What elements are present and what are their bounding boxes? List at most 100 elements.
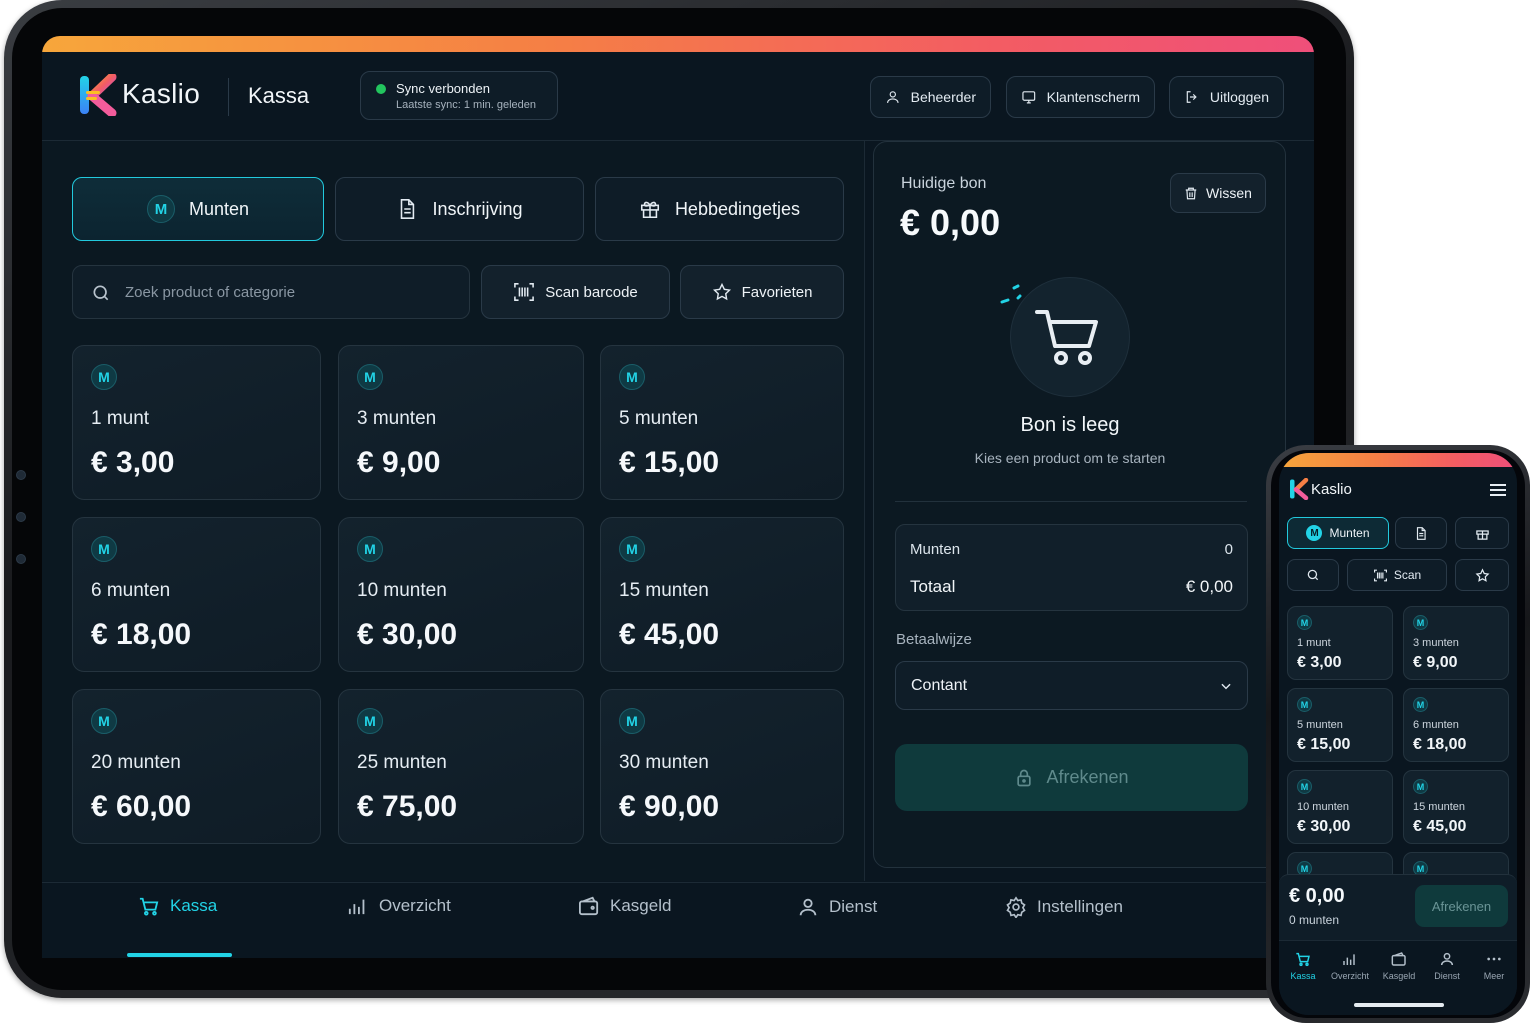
- tab-label: Munten: [188, 198, 250, 219]
- tab-label: Hebbedingetjes: [674, 198, 801, 219]
- user-icon: [799, 898, 817, 916]
- product-card[interactable]: M 10 munten € 30,00: [338, 517, 584, 672]
- phone-total: € 0,00: [1289, 885, 1345, 907]
- nav-kasgeld[interactable]: Kasgeld: [578, 896, 671, 916]
- product-card[interactable]: M 25 munten € 75,00: [338, 689, 584, 844]
- product-price: € 18,00: [91, 618, 192, 651]
- coin-icon: M: [91, 364, 117, 390]
- scan-barcode-button[interactable]: Scan barcode: [481, 265, 670, 319]
- phone-product-card[interactable]: M 15 munten € 45,00: [1403, 770, 1509, 844]
- cart-icon: [1035, 310, 1098, 365]
- tablet-sensor: [16, 470, 26, 480]
- chevron-down-icon: [1221, 683, 1231, 690]
- phone-receipt-bar: € 0,00 0 munten Afrekenen: [1279, 874, 1517, 940]
- scan-label: Scan barcode: [545, 283, 638, 301]
- phone-screen: Kaslio M Munten Scan M 1 munt € 3,00 M 3…: [1279, 453, 1517, 1015]
- payment-select[interactable]: Contant: [895, 661, 1248, 710]
- product-card[interactable]: M 3 munten € 9,00: [338, 345, 584, 500]
- phone-checkout-button[interactable]: Afrekenen: [1415, 885, 1508, 927]
- phone-product-card[interactable]: M 3 munten € 9,00: [1403, 606, 1509, 680]
- phone-tab-munten[interactable]: M Munten: [1287, 517, 1389, 549]
- home-indicator: [1354, 1003, 1444, 1007]
- product-name: 3 munten: [357, 408, 437, 429]
- product-card[interactable]: M 1 munt € 3,00: [72, 345, 321, 500]
- phone-nav-overzicht[interactable]: Overzicht: [1327, 951, 1373, 981]
- admin-button[interactable]: Beheerder: [870, 76, 991, 118]
- bottom-nav: [42, 882, 1314, 958]
- phone-nav-kasgeld[interactable]: Kasgeld: [1376, 951, 1422, 981]
- spark-lines-icon: [1000, 284, 1022, 304]
- bar-chart-icon: [348, 899, 365, 915]
- product-card[interactable]: M 30 munten € 90,00: [600, 689, 844, 844]
- nav-label: Meer: [1483, 971, 1505, 981]
- product-card[interactable]: M 20 munten € 60,00: [72, 689, 321, 844]
- product-price: € 15,00: [619, 446, 720, 479]
- product-card[interactable]: M 5 munten € 15,00: [600, 345, 844, 500]
- header-divider: [228, 78, 229, 116]
- phone-nav-dienst[interactable]: Dienst: [1424, 951, 1470, 981]
- product-name: 15 munten: [1413, 801, 1465, 813]
- phone-product-card[interactable]: M 5 munten € 15,00: [1287, 688, 1393, 762]
- phone-scan-label: Scan: [1393, 568, 1422, 582]
- gear-icon: [1006, 896, 1026, 918]
- document-icon: [401, 199, 415, 219]
- coin-icon: M: [91, 536, 117, 562]
- phone-product-card[interactable]: M 1 munt € 3,00: [1287, 606, 1393, 680]
- customer-screen-button[interactable]: Klantenscherm: [1006, 76, 1155, 118]
- clear-label: Wissen: [1206, 185, 1252, 201]
- coin-icon: M: [357, 364, 383, 390]
- phone-tab-inschrijving[interactable]: [1395, 517, 1447, 549]
- phone-product-card[interactable]: M 10 munten € 30,00: [1287, 770, 1393, 844]
- phone-tab-hebbedingetjes[interactable]: [1455, 517, 1509, 549]
- clear-button[interactable]: Wissen: [1170, 173, 1266, 213]
- nav-kassa[interactable]: Kassa: [138, 896, 217, 916]
- phone-search-button[interactable]: [1287, 559, 1339, 591]
- phone-scan-button[interactable]: Scan: [1347, 559, 1447, 591]
- product-name: 5 munten: [1297, 719, 1343, 731]
- coin-icon: M: [357, 536, 383, 562]
- coin-icon: M: [146, 195, 175, 223]
- monitor-icon: [1022, 91, 1036, 104]
- tab-label: Inschrijving: [432, 198, 523, 219]
- phone-coins: 0 munten: [1289, 913, 1340, 927]
- phone-tab-label: Munten: [1329, 526, 1370, 540]
- menu-icon[interactable]: [1490, 483, 1506, 497]
- phone-nav-meer[interactable]: Meer: [1471, 951, 1517, 981]
- coin-icon: M: [619, 708, 645, 734]
- tab-munten[interactable]: M Munten: [72, 177, 324, 241]
- cart-icon: [1296, 952, 1310, 967]
- product-price: € 45,00: [619, 618, 720, 651]
- brand-name: Kaslio: [122, 78, 201, 109]
- receipt-title: Huidige bon: [901, 175, 987, 192]
- nav-instellingen[interactable]: Instellingen: [1005, 896, 1123, 918]
- coins-value: 0: [1224, 541, 1233, 558]
- search-icon: [1307, 569, 1319, 581]
- favorites-button[interactable]: Favorieten: [680, 265, 844, 319]
- tab-inschrijving[interactable]: Inschrijving: [335, 177, 584, 241]
- phone-product-card[interactable]: M 6 munten € 18,00: [1403, 688, 1509, 762]
- document-icon: [1416, 526, 1426, 540]
- tab-hebbedingetjes[interactable]: Hebbedingetjes: [595, 177, 844, 241]
- search-input[interactable]: Zoek product of categorie: [72, 265, 470, 319]
- product-name: 25 munten: [357, 752, 447, 773]
- phone-device: Kaslio M Munten Scan M 1 munt € 3,00 M 3…: [1266, 445, 1530, 1023]
- bar-chart-icon: [1343, 954, 1355, 965]
- product-name: 6 munten: [91, 580, 171, 601]
- product-name: 3 munten: [1413, 637, 1459, 649]
- coin-icon: M: [619, 364, 645, 390]
- phone-nav-kassa[interactable]: Kassa: [1280, 951, 1326, 981]
- coin-icon: M: [91, 708, 117, 734]
- checkout-button[interactable]: Afrekenen: [895, 744, 1248, 811]
- gift-icon: [640, 201, 659, 219]
- logout-button[interactable]: Uitloggen: [1169, 76, 1284, 118]
- customer-screen-label: Klantenscherm: [1046, 89, 1140, 105]
- product-name: 10 munten: [1297, 801, 1349, 813]
- nav-dienst[interactable]: Dienst: [797, 896, 877, 918]
- user-icon: [887, 91, 899, 103]
- product-card[interactable]: M 15 munten € 45,00: [600, 517, 844, 672]
- coin-icon: M: [1413, 615, 1428, 630]
- product-card[interactable]: M 6 munten € 18,00: [72, 517, 321, 672]
- nav-overzicht[interactable]: Overzicht: [347, 896, 451, 916]
- phone-favorites-button[interactable]: [1455, 559, 1509, 591]
- cart-icon: [139, 897, 159, 916]
